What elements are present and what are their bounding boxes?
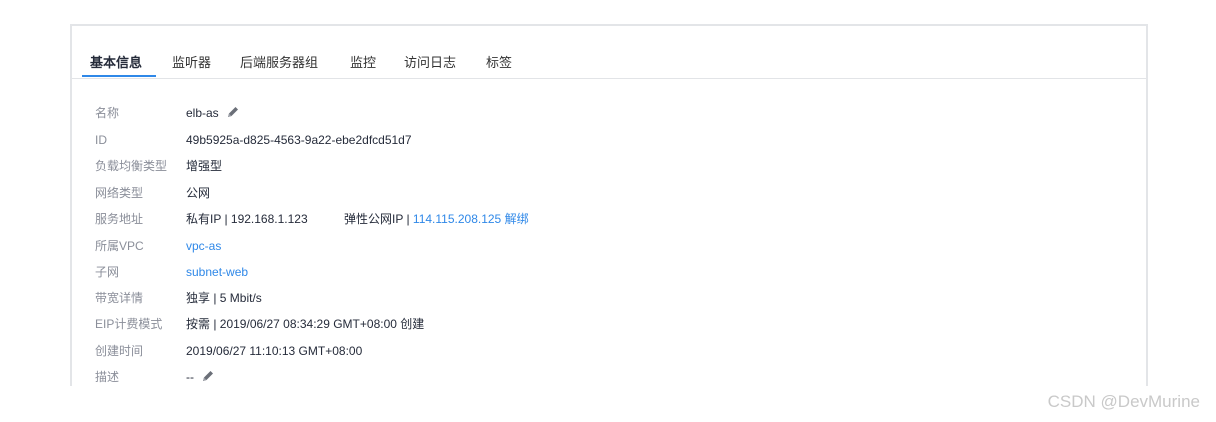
info-row-vpc: 所属VPC vpc-as [72,236,1146,256]
tab-basic-info[interactable]: 基本信息 [90,52,142,71]
subnet-link[interactable]: subnet-web [186,262,248,282]
description-value: -- [186,367,215,387]
bandwidth-value: 独享 | 5 Mbit/s [186,291,262,305]
info-row-subnet: 子网 subnet-web [72,262,1146,282]
subnet-label: 子网 [95,265,120,279]
name-text: elb-as [186,106,219,120]
private-ip-value: 私有IP | 192.168.1.123 [186,212,308,226]
info-row-id: ID 49b5925a-d825-4563-9a22-ebe2dfcd51d7 [72,130,1146,150]
id-value: 49b5925a-d825-4563-9a22-ebe2dfcd51d7 [186,133,412,147]
page: 基本信息 监听器 后端服务器组 监控 访问日志 标签 名称 elb-as ID … [0,0,1216,422]
info-row-eip-billing: EIP计费模式 按需 | 2019/06/27 08:34:29 GMT+08:… [72,314,1146,334]
vpc-link[interactable]: vpc-as [186,236,221,256]
created-time-label: 创建时间 [95,344,144,358]
tab-tags[interactable]: 标签 [486,52,512,71]
pencil-icon[interactable] [201,369,215,383]
tab-bar: 基本信息 监听器 后端服务器组 监控 访问日志 标签 [72,26,1146,79]
description-label: 描述 [95,370,120,384]
pencil-icon[interactable] [226,105,240,119]
info-row-service-address: 服务地址 私有IP | 192.168.1.123 弹性公网IP | 114.1… [72,209,1146,229]
elb-detail-panel: 基本信息 监听器 后端服务器组 监控 访问日志 标签 名称 elb-as ID … [70,24,1148,386]
network-type-label: 网络类型 [95,186,144,200]
name-label: 名称 [95,106,120,120]
tab-backend-server-groups[interactable]: 后端服务器组 [240,52,318,71]
lb-type-label: 负载均衡类型 [95,159,168,173]
info-row-lb-type: 负载均衡类型 增强型 [72,156,1146,176]
vpc-label: 所属VPC [95,239,144,253]
info-row-created-time: 创建时间 2019/06/27 11:10:13 GMT+08:00 [72,341,1146,361]
watermark: CSDN @DevMurine [1047,392,1200,411]
network-type-value: 公网 [186,186,211,200]
info-row-description: 描述 -- [72,367,1146,387]
tab-monitoring[interactable]: 监控 [350,52,376,71]
info-row-bandwidth: 带宽详情 独享 | 5 Mbit/s [72,288,1146,308]
eip-address-link[interactable]: 114.115.208.125 [413,212,501,226]
eip-prefix: 弹性公网IP | [344,212,413,226]
info-row-network-type: 网络类型 公网 [72,183,1146,203]
tab-access-logs[interactable]: 访问日志 [404,52,456,71]
name-value: elb-as [186,103,240,123]
unbind-link[interactable]: 解绑 [505,212,529,226]
id-label: ID [95,133,107,147]
active-tab-indicator [82,75,156,77]
service-address-label: 服务地址 [95,212,144,226]
info-row-name: 名称 elb-as [72,103,1146,123]
eip-billing-value: 按需 | 2019/06/27 08:34:29 GMT+08:00 创建 [186,317,425,331]
lb-type-value: 增强型 [186,159,223,173]
created-time-value: 2019/06/27 11:10:13 GMT+08:00 [186,344,363,358]
bandwidth-label: 带宽详情 [95,291,144,305]
eip-billing-label: EIP计费模式 [95,317,163,331]
eip-value: 弹性公网IP | 114.115.208.125 解绑 [344,209,529,229]
description-text: -- [186,370,194,384]
tab-listeners[interactable]: 监听器 [172,52,211,71]
